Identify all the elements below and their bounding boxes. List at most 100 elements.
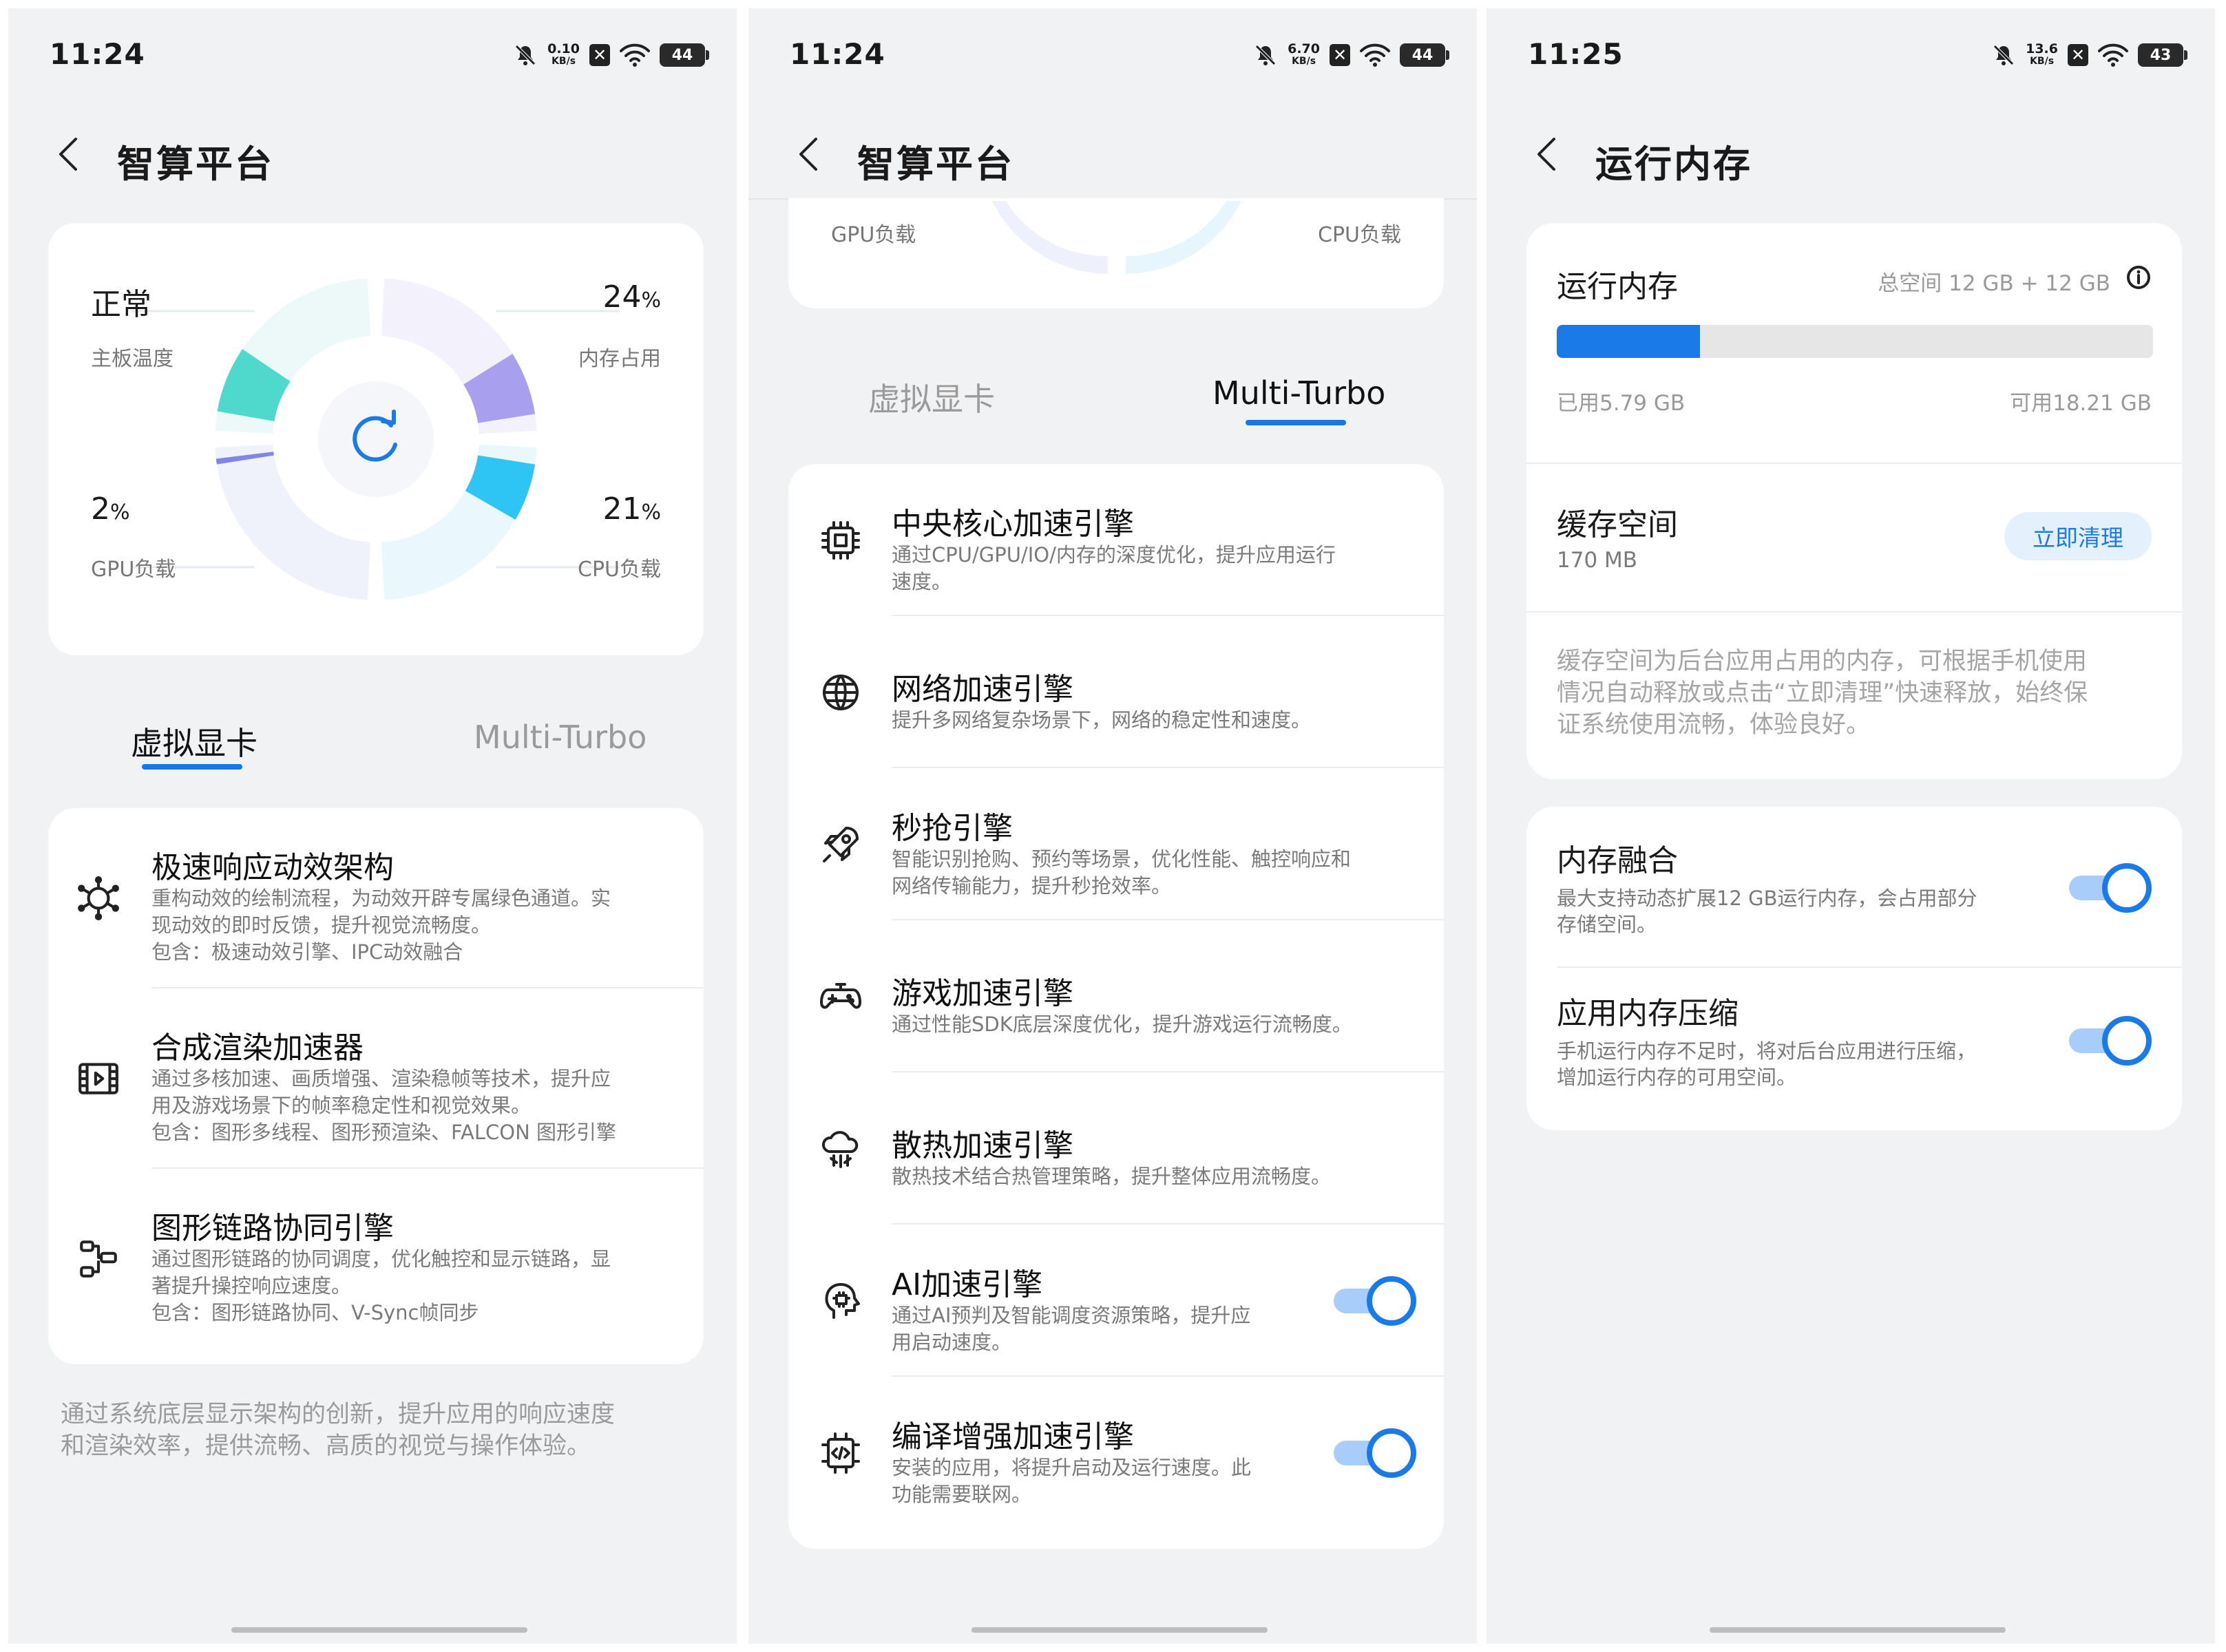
- gpu-load-value: 2%: [91, 491, 130, 527]
- memory-usage-fill: [1557, 325, 1700, 358]
- wifi-icon: [1360, 43, 1390, 67]
- tab-bar: 虚拟显卡 Multi-Turbo: [748, 359, 1477, 435]
- list-item-title: 图形链路协同引擎: [151, 1211, 394, 1246]
- list-item[interactable]: 游戏加速引擎 通过性能SDK底层深度优化，提升游戏运行流畅度。: [788, 920, 1444, 1072]
- cache-size: 170 MB: [1557, 548, 1638, 573]
- list-item-title: AI加速引擎: [892, 1267, 1043, 1302]
- page-title: 运行内存: [1595, 142, 1752, 186]
- list-item-title: 中央核心加速引擎: [892, 507, 1134, 542]
- turbo-engine-list-card: 中央核心加速引擎 通过CPU/GPU/IO/内存的深度优化，提升应用运行 速度。 网络…: [788, 464, 1444, 1549]
- memory-available: 可用18.21 GB: [2010, 391, 2152, 416]
- list-item-desc: 智能识别抢购、预约等场景，优化性能、触控响应和 网络传输能力，提升秒抢效率。: [892, 847, 1352, 898]
- home-indicator[interactable]: [231, 1627, 527, 1633]
- globe-icon: [823, 675, 859, 710]
- list-item-title: 游戏加速引擎: [892, 976, 1073, 1011]
- list-item-desc: 通过多核加速、画质增强、渲染稳帧等技术，提升应 用及游戏场景下的帧率稳定性和视觉效…: [151, 1067, 617, 1144]
- back-icon[interactable]: [1528, 132, 1569, 176]
- status-time: 11:24: [50, 37, 145, 71]
- network-speed: 13.6 KB/s: [2026, 41, 2058, 67]
- wifi-icon: [620, 43, 650, 67]
- page-title: 智算平台: [117, 142, 274, 186]
- memory-options-card: 内存融合 最大支持动态扩展12 GB运行内存，会占用部分 存储空间。 应用内存压缩…: [1526, 807, 2182, 1130]
- tab-multi-turbo[interactable]: Multi-Turbo: [474, 719, 647, 756]
- cache-title: 缓存空间: [1557, 507, 1678, 542]
- screen-running-memory: 11:25 13.6 KB/s ✕ 43 运行内存 运行内存 总空间 12 GB …: [1487, 8, 2215, 1644]
- memory-usage-value: 24%: [602, 279, 661, 315]
- screen-smart-computing-turbo: 11:24 6.70KB/s ✕ 44 智算平台 GPU负载 CPU负载 智算平…: [748, 8, 1477, 1644]
- list-item[interactable]: 编译增强加速引擎 安装的应用，将提升启动及运行速度。此 功能需要联网。: [788, 1377, 1444, 1529]
- list-item-desc: 安装的应用，将提升启动及运行速度。此 功能需要联网。: [892, 1456, 1252, 1506]
- list-item-title: 合成渲染加速器: [151, 1030, 364, 1066]
- x-app-icon: ✕: [589, 44, 610, 66]
- back-icon[interactable]: [50, 132, 91, 176]
- engine-toggle[interactable]: [1334, 1428, 1416, 1478]
- mute-bell-icon: [515, 45, 536, 65]
- list-item-title: 散热加速引擎: [892, 1128, 1073, 1163]
- network-speed: 6.70 KB/s: [1288, 41, 1320, 67]
- memory-used: 已用5.79 GB: [1557, 391, 1686, 416]
- ai-head-icon: [825, 1283, 860, 1319]
- app-memory-compress-title: 应用内存压缩: [1557, 996, 1739, 1031]
- gamepad-icon: [820, 983, 861, 1009]
- mute-bell-icon: [1255, 45, 1276, 65]
- memory-fusion-title: 内存融合: [1557, 843, 1678, 878]
- memory-card: 运行内存 总空间 12 GB + 12 GB 已用5.79 GB 可用18.21…: [1526, 223, 2182, 779]
- status-dial-card: 正常 主板温度 24% 内存占用 2% GPU负载 21% CPU负载: [48, 223, 704, 655]
- list-item-title: 极速响应动效架构: [151, 850, 394, 885]
- compile-chip-icon: [821, 1432, 860, 1474]
- refresh-button[interactable]: [318, 381, 434, 497]
- cpu-load-label: CPU负载: [1318, 223, 1401, 247]
- list-item[interactable]: 网络加速引擎 提升多网络复杂场景下，网络的稳定性和速度。: [788, 616, 1444, 768]
- list-item[interactable]: 秒抢引擎 智能识别抢购、预约等场景，优化性能、触控响应和 网络传输能力，提升秒抢效率…: [788, 768, 1444, 920]
- list-item-title: 编译增强加速引擎: [892, 1419, 1134, 1454]
- cube-network-icon: [78, 876, 119, 920]
- battery-icon: 43: [2138, 43, 2187, 67]
- list-item-desc: 提升多网络复杂场景下，网络的稳定性和速度。: [892, 708, 1312, 732]
- x-app-icon: ✕: [1330, 44, 1350, 66]
- link-route-icon: [80, 1240, 117, 1278]
- memory-usage-bar: [1557, 325, 2153, 358]
- info-icon[interactable]: [2125, 264, 2152, 290]
- tab-indicator: [142, 764, 242, 770]
- battery-icon: 44: [660, 43, 709, 67]
- engine-toggle[interactable]: [1334, 1276, 1416, 1326]
- home-indicator[interactable]: [972, 1627, 1268, 1633]
- status-bar: 11:24 6.70 KB/s ✕ 44: [748, 8, 1477, 112]
- list-item-title: 秒抢引擎: [892, 811, 1013, 846]
- list-item[interactable]: 极速响应动效架构 重构动效的绘制流程，为动效开辟专属绿色通道。实 现动效的即时反馈，…: [48, 808, 704, 988]
- clean-now-button[interactable]: 立即清理: [2004, 512, 2152, 560]
- list-item-desc: 通过AI预判及智能调度资源策略，提升应 用启动速度。: [892, 1304, 1251, 1354]
- tab-virtual-gpu[interactable]: 虚拟显卡: [868, 374, 995, 420]
- tab-bar: 虚拟显卡 Multi-Turbo: [8, 703, 737, 779]
- list-item[interactable]: AI加速引擎 通过AI预判及智能调度资源策略，提升应 用启动速度。: [788, 1225, 1444, 1377]
- footnote: 通过系统底层显示架构的创新，提升应用的响应速度 和渲染效率，提供流畅、高质的视觉与…: [61, 1401, 616, 1460]
- memory-fusion-toggle[interactable]: [2069, 863, 2152, 913]
- list-item[interactable]: 图形链路协同引擎 通过图形链路的协同调度，优化触控和显示链路，显 著提升操控响应速度…: [48, 1169, 704, 1349]
- back-icon[interactable]: [790, 132, 831, 176]
- list-item[interactable]: 散热加速引擎 散热技术结合热管理策略，提升整体应用流畅度。: [788, 1072, 1444, 1225]
- memory-total: 总空间 12 GB + 12 GB: [1878, 271, 2110, 296]
- list-item-desc: 通过图形链路的协同调度，优化触控和显示链路，显 著提升操控响应速度。 包含：图形链路…: [151, 1247, 611, 1324]
- app-memory-compress-desc: 手机运行内存不足时，将对后台应用进行压缩， 增加运行内存的可用空间。: [1557, 1039, 1977, 1089]
- memory-usage-label: 内存占用: [578, 347, 661, 371]
- list-item[interactable]: 中央核心加速引擎 通过CPU/GPU/IO/内存的深度优化，提升应用运行 速度。: [788, 464, 1444, 616]
- tab-indicator: [1246, 420, 1346, 425]
- rocket-icon: [823, 827, 859, 862]
- cloud-cooling-icon: [822, 1131, 859, 1168]
- gpu-load-label: GPU负载: [831, 223, 916, 247]
- tab-multi-turbo[interactable]: Multi-Turbo: [1212, 374, 1385, 412]
- network-speed: 0.10 KB/s: [547, 41, 580, 67]
- mute-bell-icon: [1993, 45, 2014, 65]
- tab-virtual-gpu[interactable]: 虚拟显卡: [131, 719, 258, 764]
- app-memory-compress-toggle[interactable]: [2069, 1016, 2152, 1066]
- battery-icon: 44: [1400, 43, 1449, 67]
- film-icon: [78, 1063, 118, 1094]
- status-bar: 11:25 13.6 KB/s ✕ 43: [1487, 8, 2215, 112]
- status-bar: 11:24 0.10 KB/s ✕ 44: [8, 8, 737, 112]
- temperature-value: 正常: [91, 287, 151, 322]
- cache-note: 缓存空间为后台应用占用的内存，可根据手机使用 情况自动释放或点击“立即清理”快速释…: [1557, 648, 2088, 739]
- feature-list-card: 极速响应动效架构 重构动效的绘制流程，为动效开辟专属绿色通道。实 现动效的即时反馈，…: [48, 808, 704, 1364]
- list-item[interactable]: 合成渲染加速器 通过多核加速、画质增强、渲染稳帧等技术，提升应 用及游戏场景下的帧率…: [48, 988, 704, 1169]
- cpu-load-value: 21%: [602, 491, 661, 527]
- home-indicator[interactable]: [1710, 1627, 2006, 1633]
